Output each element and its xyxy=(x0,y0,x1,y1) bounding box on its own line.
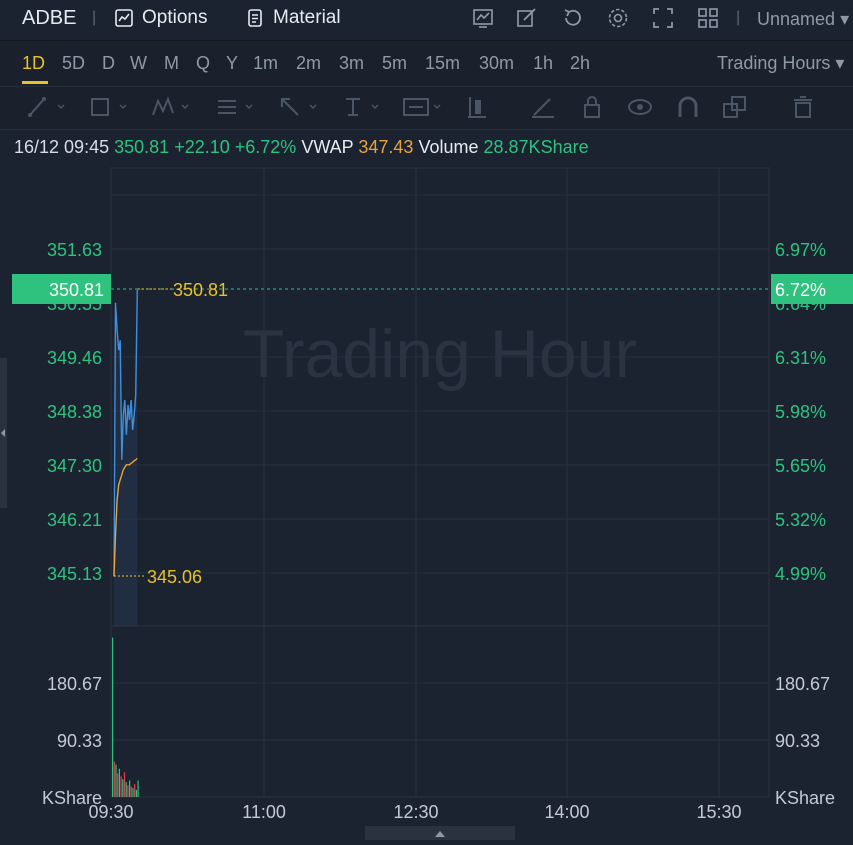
volume-bar xyxy=(129,780,131,797)
low-marker-label: 345.06 xyxy=(147,567,202,587)
volume-bar xyxy=(132,788,134,797)
current-pct-tag-text: 6.72% xyxy=(775,280,826,300)
chart-grid xyxy=(110,167,770,798)
volume-bar xyxy=(130,786,132,797)
price-tick-label: 348.38 xyxy=(47,402,102,422)
volume-bar xyxy=(122,779,124,797)
pct-tick-label: 5.32% xyxy=(775,510,826,530)
volume-tick-label: 180.67 xyxy=(775,674,830,694)
volume-bar xyxy=(112,637,114,797)
high-marker-label: 350.81 xyxy=(173,280,228,300)
current-price-tag-text: 350.81 xyxy=(49,280,104,300)
side-panel-handle[interactable] xyxy=(0,358,7,508)
volume-bar xyxy=(127,785,129,797)
time-tick-label: 12:30 xyxy=(393,802,438,822)
plot-frame xyxy=(110,167,770,798)
price-tick-label: 346.21 xyxy=(47,510,102,530)
pct-tick-label: 6.31% xyxy=(775,348,826,368)
volume-bar xyxy=(123,772,126,797)
volume-tick-label: 90.33 xyxy=(57,731,102,751)
volume-bar xyxy=(125,782,127,797)
time-tick-label: 15:30 xyxy=(696,802,741,822)
volume-bar xyxy=(134,784,136,797)
chart-series xyxy=(113,289,138,626)
bottom-panel-handle[interactable] xyxy=(365,826,515,840)
volume-bar xyxy=(118,768,120,797)
volume-unit-label: KShare xyxy=(775,788,835,808)
volume-tick-label: 180.67 xyxy=(47,674,102,694)
volume-bar xyxy=(117,773,119,797)
price-tick-label: 349.46 xyxy=(47,348,102,368)
pct-tick-label: 5.98% xyxy=(775,402,826,422)
chevron-up-icon xyxy=(435,831,445,837)
price-tick-label: 351.63 xyxy=(47,240,102,260)
volume-bar xyxy=(135,789,137,797)
volume-bar xyxy=(115,764,117,797)
volume-bar xyxy=(120,776,122,797)
time-tick-label: 11:00 xyxy=(242,802,286,822)
pct-tick-label: 5.65% xyxy=(775,456,826,476)
chevron-left-icon xyxy=(1,429,5,437)
volume-bars xyxy=(112,637,139,797)
pct-tick-label: 6.97% xyxy=(775,240,826,260)
price-tick-label: 347.30 xyxy=(47,456,102,476)
time-tick-label: 09:30 xyxy=(88,802,133,822)
price-tick-label: 345.13 xyxy=(47,564,102,584)
volume-bar xyxy=(137,780,139,797)
intraday-chart[interactable]: Trading Hour 351.63 349.46 348.38 347.30 346… xyxy=(0,0,853,840)
time-tick-label: 14:00 xyxy=(544,802,589,822)
volume-bar xyxy=(113,761,115,797)
volume-tick-label: 90.33 xyxy=(775,731,820,751)
pct-tick-label: 4.99% xyxy=(775,564,826,584)
chart-watermark: Trading Hour xyxy=(243,316,637,392)
